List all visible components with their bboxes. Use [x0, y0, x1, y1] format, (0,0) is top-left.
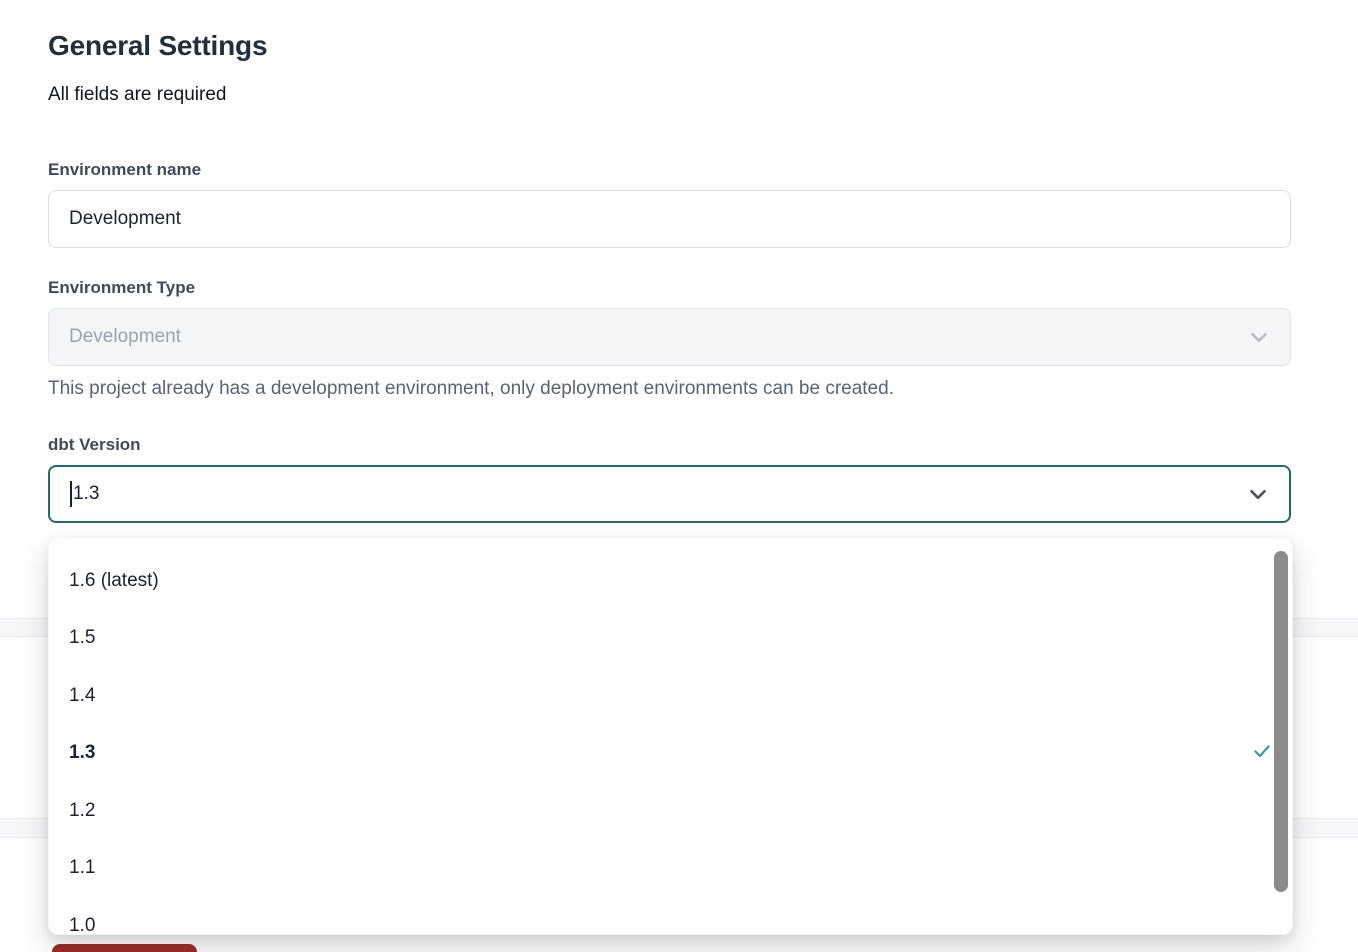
dropdown-option-1-4[interactable]: 1.4 [49, 667, 1292, 725]
dbt-version-dropdown-list: 1.6 (latest) 1.5 1.4 1.3 1.2 1.1 1.0 [48, 537, 1293, 935]
delete-environment-button[interactable] [52, 944, 197, 952]
environment-name-input[interactable] [48, 190, 1291, 248]
dropdown-option-1-0[interactable]: 1.0 [49, 897, 1292, 935]
dropdown-option-1-6[interactable]: 1.6 (latest) [49, 552, 1292, 610]
check-icon [1252, 741, 1272, 761]
chevron-down-icon [1246, 324, 1272, 350]
dropdown-option-1-5[interactable]: 1.5 [49, 610, 1292, 668]
environment-type-helper-text: This project already has a development e… [48, 378, 1291, 400]
page-title: General Settings [48, 30, 267, 62]
environment-type-value: Development [69, 326, 181, 348]
environment-name-label: Environment name [48, 160, 201, 180]
dropdown-option-1-3-selected[interactable]: 1.3 [49, 725, 1292, 783]
dropdown-scrollbar-thumb[interactable] [1274, 551, 1288, 892]
environment-type-label: Environment Type [48, 278, 195, 298]
page-subtitle: All fields are required [48, 84, 226, 106]
settings-page: General Settings All fields are required… [0, 0, 1358, 952]
text-cursor [70, 481, 72, 507]
environment-type-select: Development [48, 308, 1291, 366]
chevron-down-icon[interactable] [1245, 481, 1271, 507]
dropdown-option-1-2[interactable]: 1.2 [49, 782, 1292, 840]
dbt-version-combobox[interactable]: 1.3 [48, 465, 1291, 523]
dbt-version-value: 1.3 [73, 483, 99, 505]
dropdown-option-1-1[interactable]: 1.1 [49, 840, 1292, 898]
dbt-version-label: dbt Version [48, 435, 141, 455]
